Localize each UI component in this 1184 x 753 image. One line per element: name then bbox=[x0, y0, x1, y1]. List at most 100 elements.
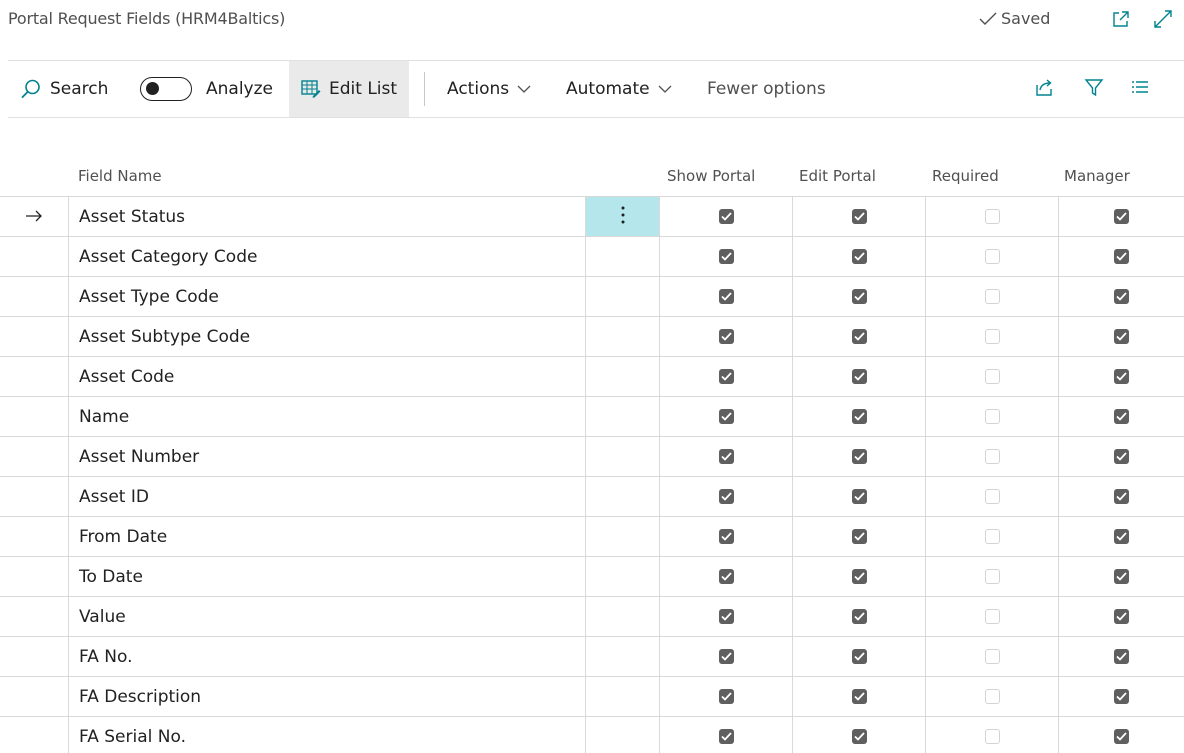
edit-portal-checkbox[interactable] bbox=[851, 329, 867, 344]
field-name-cell[interactable]: Asset Category Code bbox=[68, 237, 585, 276]
list-view-button[interactable] bbox=[1130, 61, 1150, 117]
row-selector[interactable] bbox=[0, 717, 68, 753]
column-header-show-portal[interactable]: Show Portal bbox=[667, 167, 755, 185]
edit-portal-checkbox[interactable] bbox=[851, 569, 867, 584]
row-menu-cell[interactable] bbox=[585, 277, 659, 316]
show-portal-checkbox[interactable] bbox=[718, 449, 734, 464]
row-menu-cell[interactable] bbox=[585, 597, 659, 636]
row-menu-cell[interactable] bbox=[585, 197, 659, 236]
field-name-cell[interactable]: Asset Subtype Code bbox=[68, 317, 585, 356]
row-selector[interactable] bbox=[0, 557, 68, 596]
row-selector[interactable] bbox=[0, 677, 68, 716]
row-selector[interactable] bbox=[0, 237, 68, 276]
table-row[interactable]: Asset Category Code bbox=[0, 236, 1184, 276]
edit-portal-checkbox[interactable] bbox=[851, 649, 867, 664]
row-menu-cell[interactable] bbox=[585, 357, 659, 396]
table-row[interactable]: Asset Type Code bbox=[0, 276, 1184, 316]
edit-list-button[interactable]: Edit List bbox=[289, 61, 410, 117]
table-row[interactable]: FA Serial No. bbox=[0, 716, 1184, 753]
row-menu-cell[interactable] bbox=[585, 637, 659, 676]
field-name-cell[interactable]: Value bbox=[68, 597, 585, 636]
fewer-options-button[interactable]: Fewer options bbox=[707, 61, 826, 117]
row-selector[interactable] bbox=[0, 637, 68, 676]
expand-icon[interactable] bbox=[1150, 6, 1176, 32]
row-selector[interactable] bbox=[0, 317, 68, 356]
edit-portal-checkbox[interactable] bbox=[851, 609, 867, 624]
required-checkbox[interactable] bbox=[984, 329, 1000, 344]
more-options-icon[interactable] bbox=[621, 206, 625, 228]
row-menu-cell[interactable] bbox=[585, 517, 659, 556]
edit-portal-checkbox[interactable] bbox=[851, 489, 867, 504]
required-checkbox[interactable] bbox=[984, 729, 1000, 744]
manager-checkbox[interactable] bbox=[1114, 649, 1129, 664]
required-checkbox[interactable] bbox=[984, 289, 1000, 304]
show-portal-checkbox[interactable] bbox=[718, 249, 734, 264]
field-name-cell[interactable]: Asset ID bbox=[68, 477, 585, 516]
automate-menu[interactable]: Automate bbox=[566, 61, 672, 117]
edit-portal-checkbox[interactable] bbox=[851, 689, 867, 704]
show-portal-checkbox[interactable] bbox=[718, 289, 734, 304]
row-selector[interactable] bbox=[0, 277, 68, 316]
edit-portal-checkbox[interactable] bbox=[851, 529, 867, 544]
table-row[interactable]: Asset Number bbox=[0, 436, 1184, 476]
manager-checkbox[interactable] bbox=[1114, 449, 1129, 464]
row-menu-cell[interactable] bbox=[585, 717, 659, 753]
share-button[interactable] bbox=[1034, 61, 1054, 117]
row-menu-cell[interactable] bbox=[585, 397, 659, 436]
required-checkbox[interactable] bbox=[984, 249, 1000, 264]
show-portal-checkbox[interactable] bbox=[718, 489, 734, 504]
edit-portal-checkbox[interactable] bbox=[851, 249, 867, 264]
required-checkbox[interactable] bbox=[984, 489, 1000, 504]
required-checkbox[interactable] bbox=[984, 409, 1000, 424]
table-row[interactable]: From Date bbox=[0, 516, 1184, 556]
manager-checkbox[interactable] bbox=[1114, 329, 1129, 344]
actions-menu[interactable]: Actions bbox=[447, 61, 531, 117]
row-menu-cell[interactable] bbox=[585, 557, 659, 596]
table-row[interactable]: Name bbox=[0, 396, 1184, 436]
column-header-required[interactable]: Required bbox=[932, 167, 999, 185]
show-portal-checkbox[interactable] bbox=[718, 649, 734, 664]
edit-portal-checkbox[interactable] bbox=[851, 449, 867, 464]
show-portal-checkbox[interactable] bbox=[718, 689, 734, 704]
manager-checkbox[interactable] bbox=[1114, 689, 1129, 704]
field-name-cell[interactable]: FA Description bbox=[68, 677, 585, 716]
manager-checkbox[interactable] bbox=[1114, 409, 1129, 424]
show-portal-checkbox[interactable] bbox=[718, 529, 734, 544]
edit-portal-checkbox[interactable] bbox=[851, 729, 867, 744]
row-selector[interactable] bbox=[0, 397, 68, 436]
manager-checkbox[interactable] bbox=[1114, 569, 1129, 584]
field-name-cell[interactable]: Asset Number bbox=[68, 437, 585, 476]
manager-checkbox[interactable] bbox=[1114, 729, 1129, 744]
required-checkbox[interactable] bbox=[984, 449, 1000, 464]
required-checkbox[interactable] bbox=[984, 569, 1000, 584]
required-checkbox[interactable] bbox=[984, 689, 1000, 704]
row-selector[interactable] bbox=[0, 517, 68, 556]
field-name-cell[interactable]: Asset Code bbox=[68, 357, 585, 396]
show-portal-checkbox[interactable] bbox=[718, 409, 734, 424]
show-portal-checkbox[interactable] bbox=[718, 569, 734, 584]
toggle-switch[interactable] bbox=[140, 77, 192, 101]
table-row[interactable]: FA Description bbox=[0, 676, 1184, 716]
edit-portal-checkbox[interactable] bbox=[851, 209, 867, 224]
field-name-cell[interactable]: FA No. bbox=[68, 637, 585, 676]
table-row[interactable]: Asset Status bbox=[0, 196, 1184, 236]
edit-portal-checkbox[interactable] bbox=[851, 289, 867, 304]
column-header-field-name[interactable]: Field Name bbox=[78, 167, 162, 185]
row-selector[interactable] bbox=[0, 357, 68, 396]
required-checkbox[interactable] bbox=[984, 369, 1000, 384]
edit-portal-checkbox[interactable] bbox=[851, 369, 867, 384]
show-portal-checkbox[interactable] bbox=[718, 209, 734, 224]
field-name-cell[interactable]: To Date bbox=[68, 557, 585, 596]
search-button[interactable]: Search bbox=[20, 61, 108, 117]
field-name-cell[interactable]: Asset Type Code bbox=[68, 277, 585, 316]
filter-button[interactable] bbox=[1084, 61, 1104, 117]
field-name-cell[interactable]: Asset Status bbox=[68, 197, 585, 236]
row-menu-cell[interactable] bbox=[585, 437, 659, 476]
field-name-cell[interactable]: FA Serial No. bbox=[68, 717, 585, 753]
manager-checkbox[interactable] bbox=[1114, 209, 1129, 224]
field-name-cell[interactable]: Name bbox=[68, 397, 585, 436]
column-header-manager[interactable]: Manager bbox=[1064, 167, 1130, 185]
required-checkbox[interactable] bbox=[984, 649, 1000, 664]
manager-checkbox[interactable] bbox=[1114, 289, 1129, 304]
show-portal-checkbox[interactable] bbox=[718, 369, 734, 384]
